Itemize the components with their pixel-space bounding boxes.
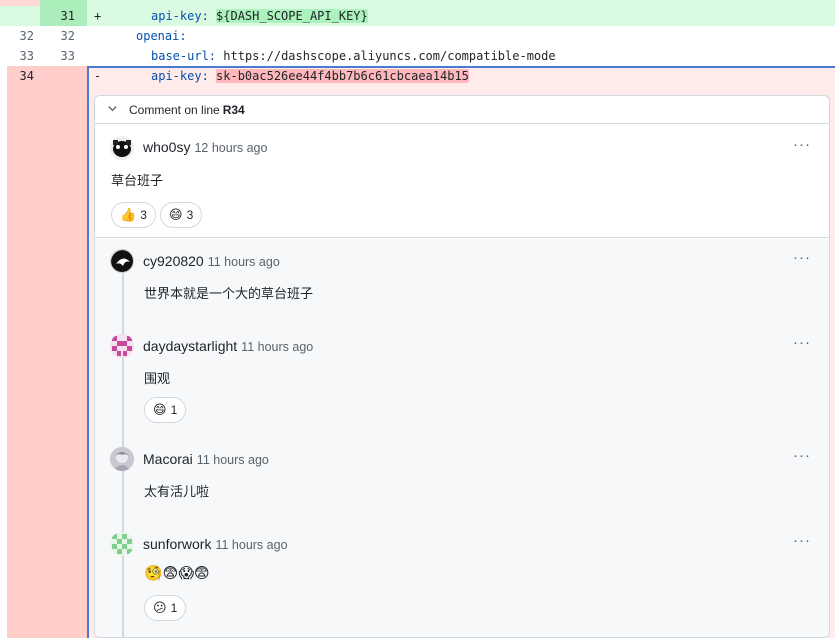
old-line-number[interactable]: 32 — [0, 26, 40, 46]
focus-border — [87, 66, 835, 68]
timestamp[interactable]: 11 hours ago — [241, 340, 313, 354]
yaml-value-added: ${DASH_SCOPE_API_KEY} — [216, 9, 368, 23]
new-line-number[interactable]: 33 — [40, 46, 87, 66]
comment-body: 太有活儿啦 — [144, 484, 210, 499]
focus-border — [87, 66, 89, 638]
reaction-count: 3 — [140, 208, 147, 222]
comment-author-line: cy920820 11 hours ago — [143, 253, 280, 269]
reaction-laugh[interactable]: 😄 3 — [160, 202, 203, 228]
reaction-count: 1 — [170, 601, 178, 615]
yaml-key: api-key: — [151, 69, 209, 83]
diff-row-deleted: - api-key: sk-b0ac526ee44f4bb7b6c61cbcae… — [88, 66, 835, 86]
yaml-value-deleted: sk-b0ac526ee44f4bb7b6c61cbcaea14b15 — [216, 69, 469, 83]
code-line: api-key: sk-b0ac526ee44f4bb7b6c61cbcaea1… — [151, 66, 469, 86]
laugh-icon: 😄 — [153, 402, 167, 417]
comment-body: 围观 — [144, 371, 171, 386]
more-options-icon[interactable]: ··· — [793, 249, 811, 266]
new-line-number[interactable]: 31 — [40, 6, 87, 26]
code-line: api-key: ${DASH_SCOPE_API_KEY} — [151, 6, 368, 26]
more-options-icon[interactable]: ··· — [793, 334, 811, 351]
author-name[interactable]: who0sy — [143, 139, 190, 155]
avatar[interactable] — [110, 334, 134, 358]
reaction-confused[interactable]: 😕 1 — [144, 595, 187, 621]
author-name[interactable]: sunforwork — [143, 536, 211, 552]
author-name[interactable]: Macorai — [143, 451, 193, 467]
diff-sign-added: + — [94, 9, 102, 23]
review-thread: Comment on line R34 who0sy 12 hours ago ·… — [94, 95, 830, 638]
new-line-number[interactable]: 32 — [40, 26, 87, 46]
old-line-number[interactable]: 34 — [7, 66, 40, 86]
chevron-down-icon[interactable] — [107, 103, 119, 117]
more-options-icon[interactable]: ··· — [793, 447, 811, 464]
thread-header-line: R34 — [222, 102, 245, 117]
old-line-number[interactable]: 33 — [0, 46, 40, 66]
thumbs-up-icon: 👍 — [120, 207, 137, 222]
yaml-key: openai: — [136, 29, 187, 43]
timestamp[interactable]: 12 hours ago — [194, 141, 267, 155]
thread-header-label: Comment on line — [129, 102, 220, 117]
replies-list: cy920820 11 hours ago ··· 世界本就是一个大的草台班子 d… — [95, 239, 829, 637]
comment-author-line: sunforwork 11 hours ago — [143, 536, 288, 552]
reaction-count: 3 — [186, 208, 194, 222]
avatar[interactable] — [110, 249, 134, 273]
author-name[interactable]: cy920820 — [143, 253, 204, 269]
comment-body: 草台班子 — [111, 173, 164, 188]
reaction-count: 1 — [170, 403, 178, 417]
timestamp[interactable]: 11 hours ago — [208, 255, 280, 269]
deleted-gutter — [7, 66, 87, 638]
yaml-key: api-key: — [151, 9, 209, 23]
diff-row-context: 32 32 openai: — [0, 26, 835, 46]
author-name[interactable]: daydaystarlight — [143, 338, 237, 354]
comment-body: 世界本就是一个大的草台班子 — [144, 286, 314, 301]
old-line-number — [0, 6, 40, 26]
code-line: base-url: https://dashscope.aliyuncs.com… — [151, 46, 556, 66]
avatar[interactable] — [110, 447, 134, 471]
comment-root: who0sy 12 hours ago ··· 草台班子 👍 3 😄 3 — [95, 125, 829, 238]
comment-body: 🧐😨😱😨 — [144, 565, 210, 582]
comment-author-line: Macorai 11 hours ago — [143, 451, 269, 467]
timestamp[interactable]: 11 hours ago — [215, 538, 287, 552]
comment-author-line: who0sy 12 hours ago — [143, 139, 267, 155]
yaml-value: https://dashscope.aliyuncs.com/compatibl… — [223, 49, 556, 63]
reaction-thumbs-up[interactable]: 👍 3 — [111, 202, 156, 228]
laugh-icon: 😄 — [169, 207, 183, 222]
diff-row-added: 31 + api-key: ${DASH_SCOPE_API_KEY} — [0, 6, 835, 26]
diff-row-context: 33 33 base-url: https://dashscope.aliyun… — [0, 46, 835, 66]
more-options-icon[interactable]: ··· — [793, 136, 811, 153]
diff-sign-deleted: - — [94, 69, 102, 83]
thread-header[interactable]: Comment on line R34 — [95, 96, 829, 124]
avatar[interactable] — [110, 136, 134, 160]
comment-author-line: daydaystarlight 11 hours ago — [143, 338, 313, 354]
reaction-laugh[interactable]: 😄 1 — [144, 397, 187, 423]
confused-icon: 😕 — [153, 600, 167, 615]
avatar[interactable] — [110, 532, 134, 556]
timestamp[interactable]: 11 hours ago — [197, 453, 269, 467]
yaml-key: base-url: — [151, 49, 217, 63]
more-options-icon[interactable]: ··· — [793, 532, 811, 549]
